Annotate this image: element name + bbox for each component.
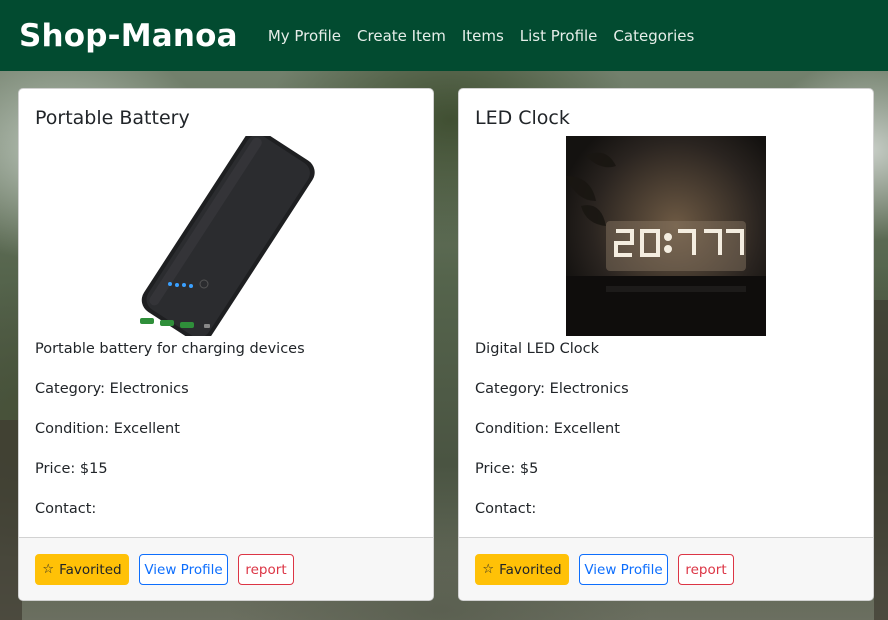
nav-link-my-profile[interactable]: My Profile <box>268 27 341 45</box>
item-card-portable-battery: Portable Battery Portable battery for ch… <box>18 88 434 601</box>
card-footer: ☆ Favorited View Profile report <box>19 537 433 600</box>
item-description: Digital LED Clock <box>475 341 600 357</box>
item-contact: Contact: <box>475 501 537 517</box>
favorited-button[interactable]: ☆ Favorited <box>35 554 129 585</box>
nav-link-create-item[interactable]: Create Item <box>357 27 446 45</box>
item-category: Category: Electronics <box>475 381 629 397</box>
nav-link-categories[interactable]: Categories <box>613 27 694 45</box>
nav-link-items[interactable]: Items <box>462 27 504 45</box>
item-description: Portable battery for charging devices <box>35 341 305 357</box>
report-button[interactable]: report <box>678 554 734 585</box>
star-icon: ☆ <box>482 562 495 577</box>
favorited-label: Favorited <box>499 561 562 578</box>
favorited-label: Favorited <box>59 561 122 578</box>
star-icon: ☆ <box>42 562 55 577</box>
led-clock-image <box>566 136 766 336</box>
item-contact: Contact: <box>35 501 97 517</box>
item-category: Category: Electronics <box>35 381 189 397</box>
item-price: Price: $5 <box>475 461 539 477</box>
portable-battery-image <box>126 136 326 336</box>
report-button[interactable]: report <box>238 554 294 585</box>
item-title: LED Clock <box>475 107 570 129</box>
item-price: Price: $15 <box>35 461 108 477</box>
nav-link-list-profile[interactable]: List Profile <box>520 27 598 45</box>
item-title: Portable Battery <box>35 107 190 129</box>
item-condition: Condition: Excellent <box>35 421 180 437</box>
card-footer: ☆ Favorited View Profile report <box>459 537 873 600</box>
view-profile-button[interactable]: View Profile <box>579 554 668 585</box>
brand-logo[interactable]: Shop-Manoa <box>19 18 238 54</box>
item-card-led-clock: LED Clock Digital LED Clock Category: El… <box>458 88 874 601</box>
navbar: Shop-Manoa My Profile Create Item Items … <box>0 0 888 71</box>
item-condition: Condition: Excellent <box>475 421 620 437</box>
view-profile-button[interactable]: View Profile <box>139 554 228 585</box>
favorited-button[interactable]: ☆ Favorited <box>475 554 569 585</box>
